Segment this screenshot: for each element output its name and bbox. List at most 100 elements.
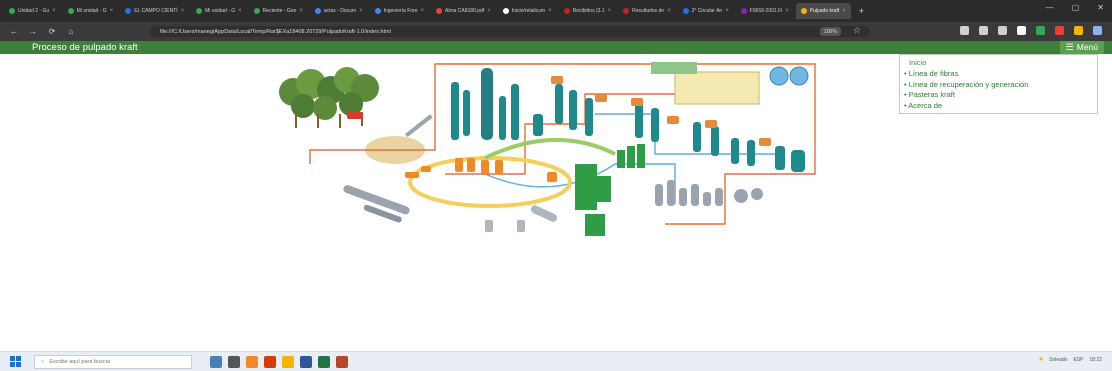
taskbar-app-icon[interactable] [264,356,276,368]
minimize-icon[interactable]: — [1046,3,1054,12]
tab-close-icon[interactable]: × [181,8,185,14]
tab-favicon-icon [125,8,132,14]
tab-close-icon[interactable]: × [487,8,491,14]
extension-icon[interactable] [1055,26,1064,35]
browser-tab[interactable]: Unidad 2 - Gu × [4,3,61,19]
taskbar-app-icon[interactable] [246,356,258,368]
tab-close-icon[interactable]: × [608,8,612,14]
tab-close-icon[interactable]: × [667,8,671,14]
menu-item-acerca-de[interactable]: • Acerca de [904,101,1097,112]
tab-favicon-icon [623,8,630,14]
tab-close-icon[interactable]: × [421,8,425,14]
kraft-process-illustration[interactable] [255,54,855,250]
tab-close-icon[interactable]: × [52,8,56,14]
menu-item-linea-recuperacion[interactable]: • Línea de recuperación y generación [904,80,1097,91]
causticizing-tanks [485,205,558,232]
language-indicator[interactable]: ESP [1073,357,1083,363]
menu-button[interactable]: ☰ Menú [1059,41,1104,54]
tab-close-icon[interactable]: × [785,8,789,14]
tab-favicon-icon [9,8,15,14]
menu-item-inicio[interactable]: Inicio [904,58,1097,69]
reload-icon[interactable]: ⟳ [47,27,57,36]
browser-tab[interactable]: Alma CA8180.pdf × [431,3,496,19]
search-icon: ○ [41,359,45,365]
tab-close-icon[interactable]: × [299,8,303,14]
browser-tab[interactable]: actas - Docum × [310,3,368,19]
taskbar-search-input[interactable]: ○ Escribe aquí para buscar [34,355,192,369]
forest-trees [279,67,379,128]
back-icon[interactable]: ← [9,27,19,36]
browser-tab[interactable]: Resultados de × [618,3,675,19]
extension-icon[interactable] [960,26,969,35]
browser-tab[interactable]: Recibidos (3.1 × [559,3,616,19]
maximize-icon[interactable]: ▢ [1072,3,1080,12]
tab-close-icon[interactable]: × [110,8,114,14]
windows-start-icon[interactable] [10,356,21,367]
tab-title: 2° Circular An [691,8,723,14]
lime-cycle-loop [484,138,616,160]
tab-close-icon[interactable]: × [725,8,729,14]
hamburger-icon: ☰ [1065,42,1074,52]
taskbar-search-placeholder: Escribe aquí para buscar [49,359,111,365]
new-tab-button[interactable]: + [859,6,864,16]
extension-icon[interactable] [1074,26,1083,35]
tab-title: Unidad 2 - Gu [18,8,50,14]
browser-tab[interactable]: Inicio/retailcum × [498,3,557,19]
tab-close-icon[interactable]: × [359,8,363,14]
clarifier-tank-1 [769,66,789,86]
forward-icon[interactable]: → [28,27,38,36]
tab-favicon-icon [740,8,747,14]
taskbar-app-icon[interactable] [300,356,312,368]
menu-item-pasteras-kraft[interactable]: • Pasteras kraft [904,90,1097,101]
taskbar-app-icon[interactable] [228,356,240,368]
extension-icon[interactable] [1036,26,1045,35]
tab-title: Pulpado kraft [809,8,840,14]
tab-title: Reciente - Goo [262,8,297,14]
building-roof [651,62,697,74]
extension-icon[interactable] [979,26,988,35]
tab-favicon-icon [196,8,203,14]
browser-tab[interactable]: 2° Circular An × [678,3,734,19]
tab-close-icon[interactable]: × [548,8,552,14]
tab-favicon-icon [253,8,260,14]
weather-icon: ● [1038,356,1044,363]
extension-icon[interactable] [1017,26,1026,35]
zoom-badge[interactable]: 100% [820,27,841,36]
browser-tab[interactable]: Ingeniería Fore × [370,3,429,19]
clarifier-tank-2 [789,66,809,86]
browser-tab[interactable]: Pulpado kraft × [795,3,851,19]
tab-close-icon[interactable]: × [842,8,846,14]
taskbar-app-icon[interactable] [210,356,222,368]
tab-favicon-icon [67,8,74,14]
home-icon[interactable]: ⌂ [66,27,76,36]
tab-title: Inicio/retailcum [511,8,546,14]
extension-icons [960,26,1102,35]
window-controls: — ▢ ✕ [1046,3,1104,12]
bookmark-star-icon[interactable]: ☆ [853,25,861,36]
tab-title: Alma CA8180.pdf [445,8,485,14]
browser-tab[interactable]: EL CAMPO CIENTÍ × [120,3,189,19]
weather-text: Soleado [1049,356,1068,363]
tab-title: Recibidos (3.1 [572,8,605,14]
close-window-icon[interactable]: ✕ [1097,3,1104,12]
taskbar-app-icon[interactable] [318,356,330,368]
url-text: file:///C:/Users/maneg/AppData/Local/Tem… [160,28,391,35]
browser-tab[interactable]: Reciente - Goo × [249,3,308,19]
browser-tab[interactable]: Mi unidad - G × [63,3,119,19]
tab-title: Resultados de [632,8,665,14]
taskbar-app-icon[interactable] [282,356,294,368]
url-field[interactable]: file:///C:/Users/maneg/AppData/Local/Tem… [150,26,870,37]
tab-favicon-icon [800,8,807,14]
taskbar-app-icon[interactable] [336,356,348,368]
extension-icon[interactable] [1093,26,1102,35]
tab-favicon-icon [682,8,689,14]
app-header: Proceso de pulpado kraft ☰ Menú [0,41,1112,54]
clock[interactable]: 18:22 [1089,357,1102,363]
menu-item-linea-fibras[interactable]: • Línea de fibras [904,69,1097,80]
lime-kiln [343,185,410,223]
browser-tab[interactable]: F0659-2001.Fi × [736,3,794,19]
extension-icon[interactable] [998,26,1007,35]
chip-conveyor [405,114,433,138]
tab-close-icon[interactable]: × [238,8,242,14]
browser-tab[interactable]: Mi unidad - G × [191,3,247,19]
